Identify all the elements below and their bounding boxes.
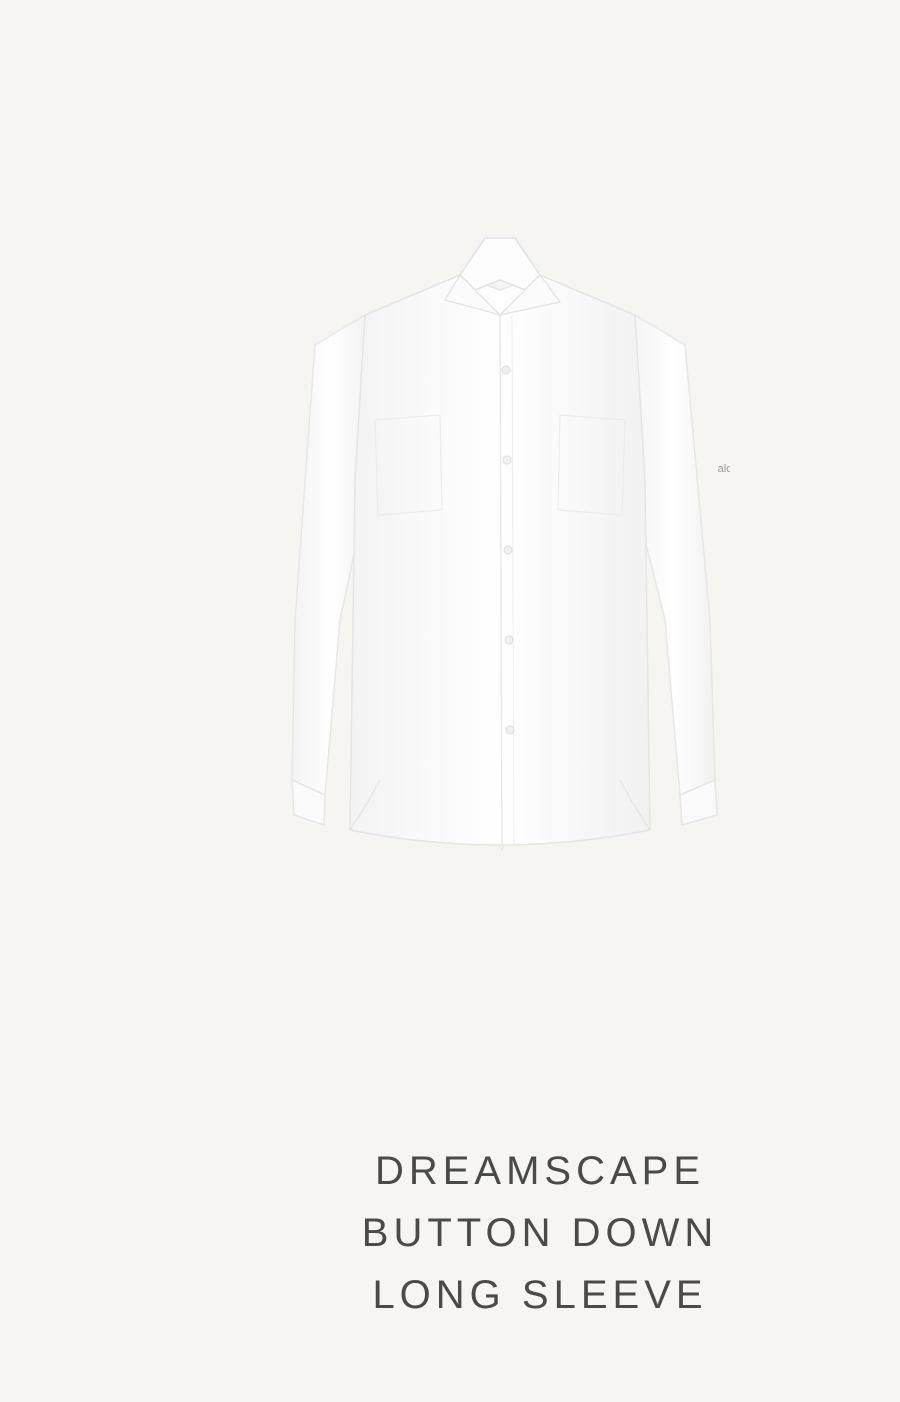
product-title[interactable]: DREAMSCAPE BUTTON DOWN LONG SLEEVE: [300, 1140, 780, 1326]
shirt-product-image[interactable]: alo: [270, 220, 730, 870]
title-line-3: LONG SLEEVE: [372, 1273, 708, 1317]
title-line-2: BUTTON DOWN: [361, 1211, 719, 1255]
brand-logo: alo: [718, 463, 730, 475]
title-line-1: DREAMSCAPE: [374, 1149, 706, 1193]
product-card[interactable]: alo DREAMSCAPE BUTTON DOWN LONG SLEEVE: [0, 0, 900, 1402]
